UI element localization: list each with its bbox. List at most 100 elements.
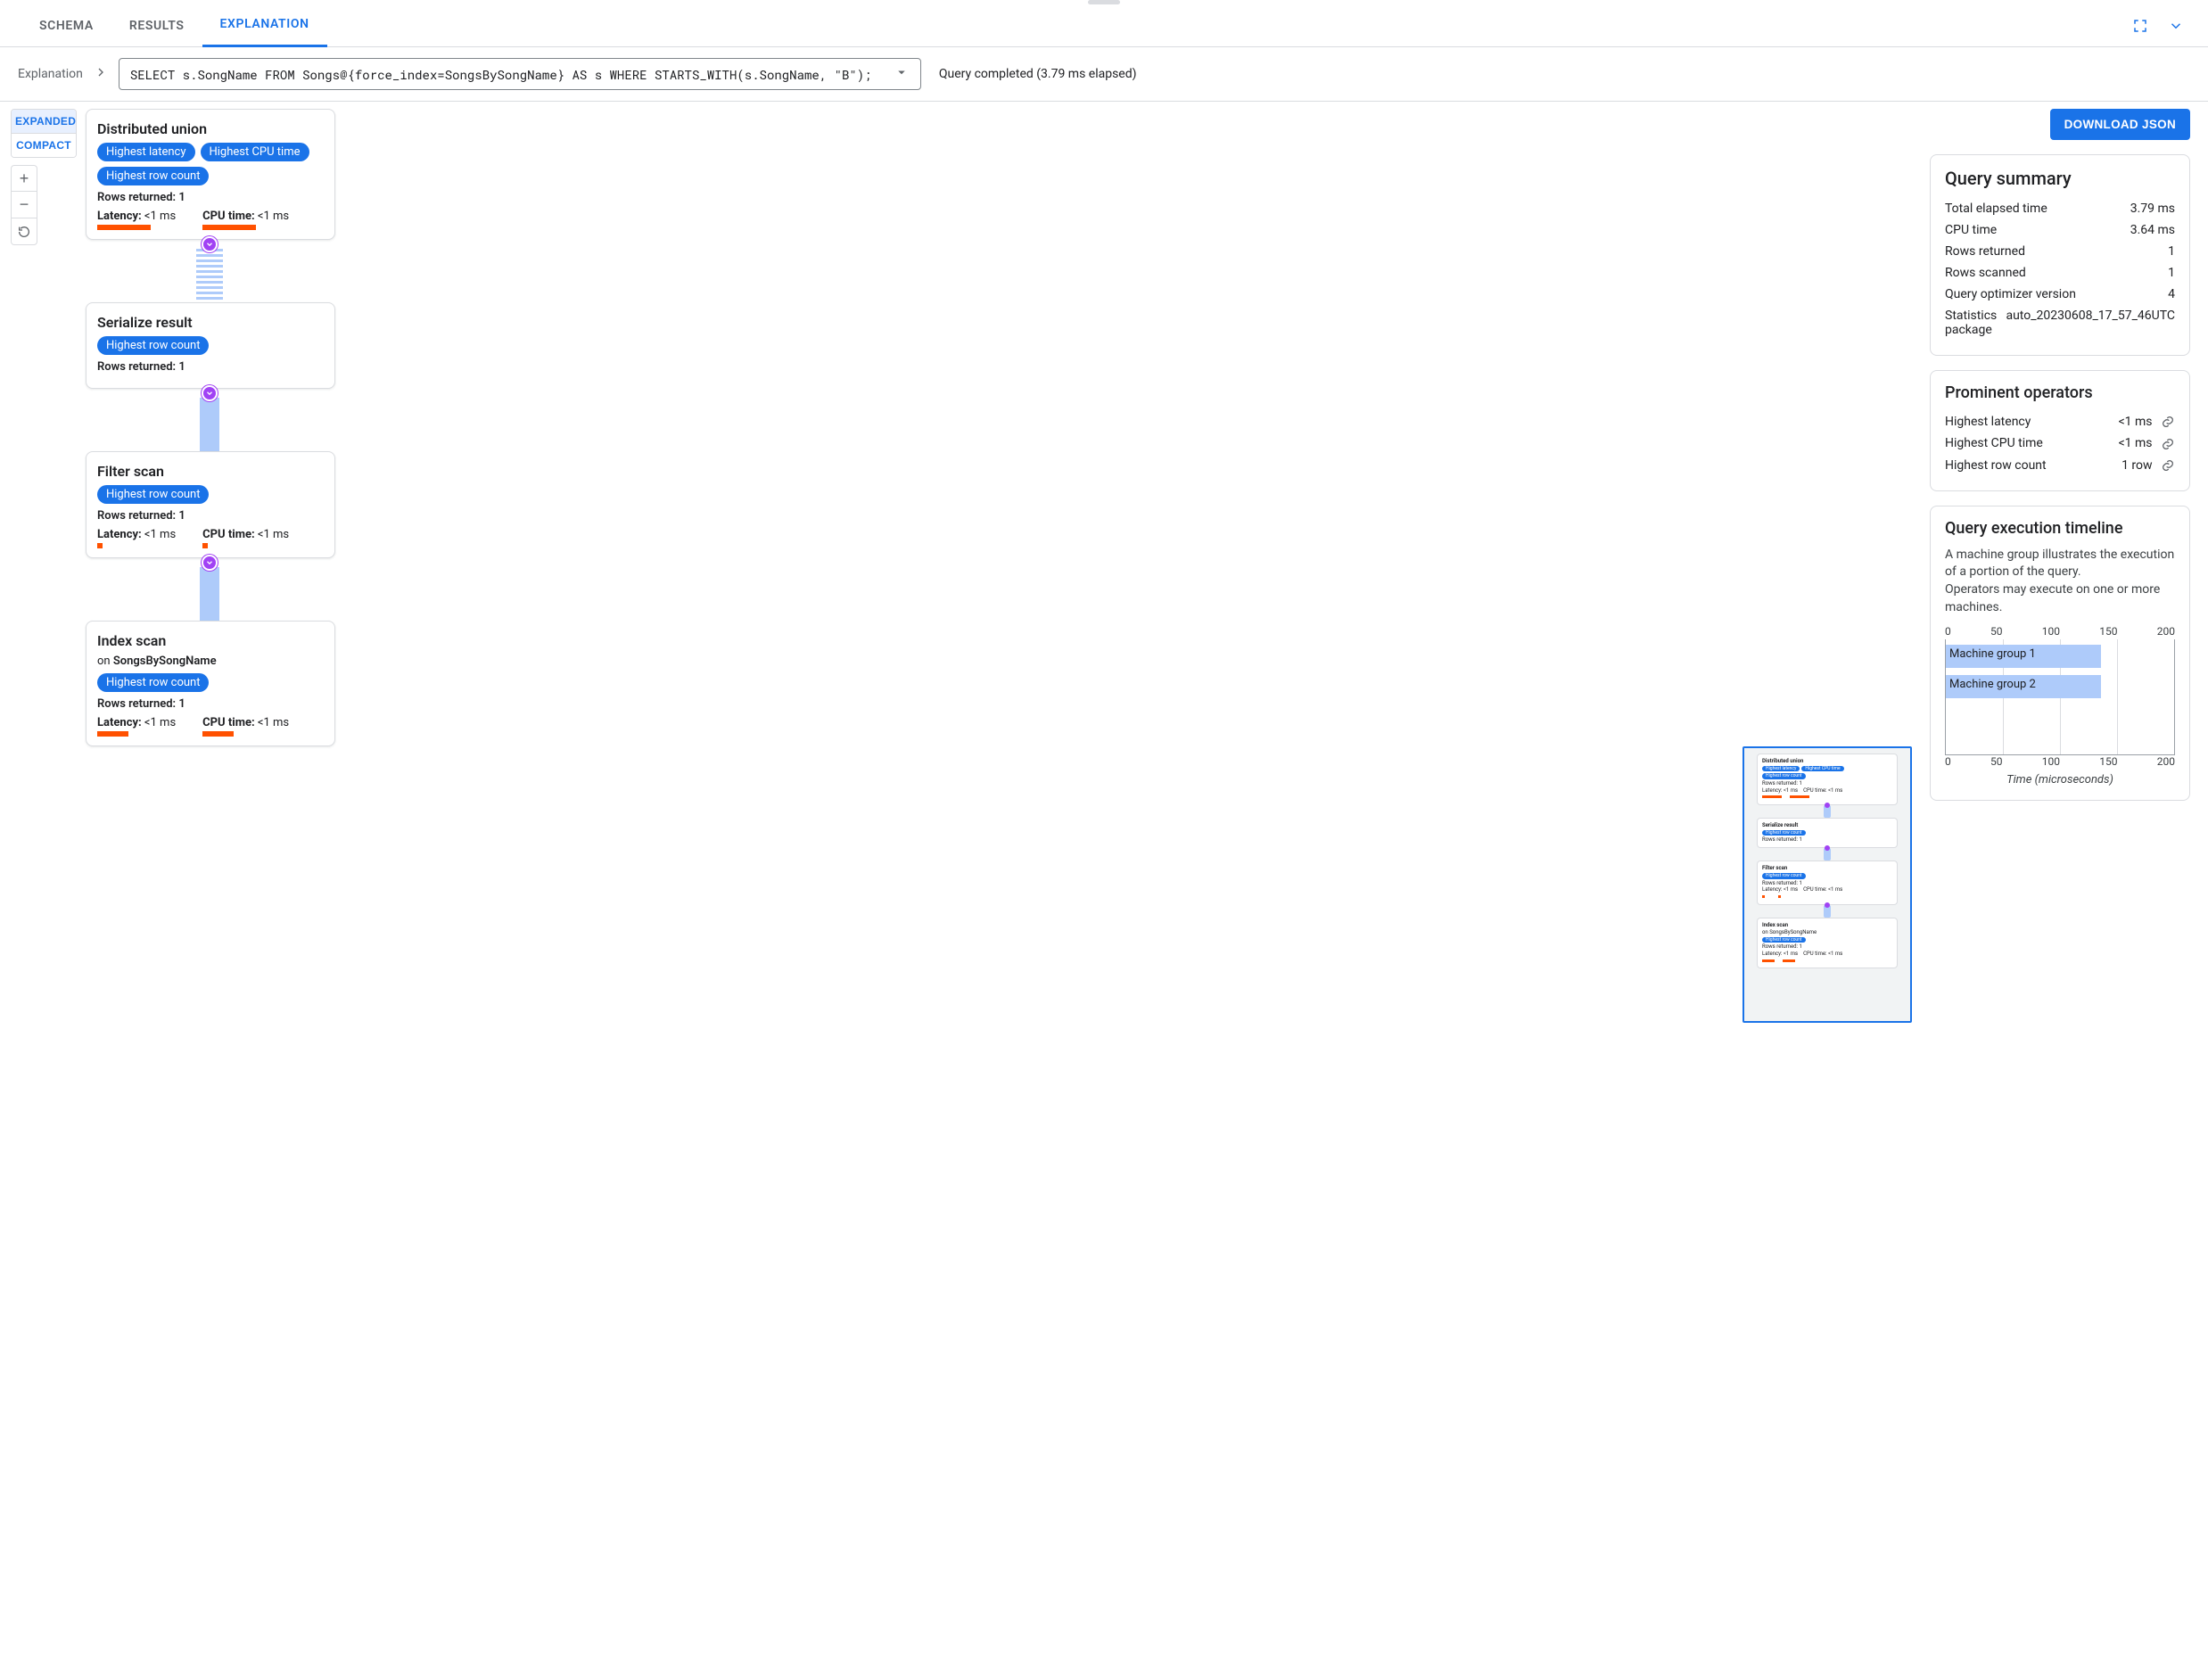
timeline-tick: 100: [2042, 625, 2060, 638]
summary-row: Rows returned 1: [1945, 241, 2175, 262]
timeline-chart: 0 50 100 150 200 Machine group 1 Machine grou…: [1945, 625, 2175, 786]
chevron-right-icon: [94, 65, 108, 83]
expanded-button[interactable]: EXPANDED: [12, 110, 76, 133]
plan-cpu: CPU time: <1 ms: [202, 210, 289, 230]
timeline-title: Query execution timeline: [1945, 519, 2175, 538]
prominent-key: Highest row count: [1945, 458, 2047, 473]
summary-value: 4: [2168, 287, 2175, 301]
plan-node-title: Filter scan: [97, 463, 324, 480]
tab-explanation[interactable]: EXPLANATION: [202, 4, 327, 47]
collapse-icon[interactable]: [202, 385, 218, 401]
query-summary-card: Query summary Total elapsed time3.79 msC…: [1930, 154, 2190, 356]
summary-value: 3.79 ms: [2130, 202, 2175, 216]
fullscreen-icon[interactable]: [2130, 15, 2151, 37]
timeline-tick: 150: [2099, 755, 2117, 768]
plan-connector: [202, 389, 218, 451]
prominent-value: <1 ms: [2119, 415, 2175, 429]
timeline-tick: 0: [1945, 755, 1951, 768]
plan-cpu: CPU time: <1 ms: [202, 528, 289, 548]
timeline-tick: 200: [2157, 755, 2175, 768]
minimap-node: Filter scan Highest row count Rows retur…: [1757, 861, 1898, 905]
plan-node[interactable]: Serialize resultHighest row countRows re…: [86, 302, 335, 389]
query-selector[interactable]: SELECT s.SongName FROM Songs@{force_inde…: [119, 58, 921, 90]
prominent-value: 1 row: [2121, 458, 2175, 473]
plan-pill: Highest CPU time: [201, 143, 309, 161]
summary-value: 1: [2168, 244, 2175, 259]
view-mode-toggle: EXPANDED COMPACT: [11, 109, 77, 158]
summary-key: Statistics package: [1945, 309, 1998, 337]
plan-node[interactable]: Filter scan Highest row count Rows returne…: [86, 451, 335, 558]
plan-rows: Rows returned: 1: [97, 360, 324, 374]
link-icon[interactable]: [2161, 437, 2175, 451]
plan-node-title: Distributed union: [97, 120, 324, 137]
execution-timeline-card: Query execution timeline A machine group…: [1930, 506, 2190, 801]
query-text: SELECT s.SongName FROM Songs@{force_inde…: [130, 66, 872, 83]
timeline-desc-2: Operators may execute on one or more mac…: [1945, 582, 2160, 614]
tab-bar: SCHEMA RESULTS EXPLANATION: [0, 4, 2208, 47]
timeline-gridline: [2117, 639, 2118, 754]
query-bar: Explanation SELECT s.SongName FROM Songs…: [0, 47, 2208, 102]
plan-rows: Rows returned: 1: [97, 509, 324, 523]
link-icon[interactable]: [2161, 458, 2175, 473]
minimap-node: Index scan on SongsBySongName Highest ro…: [1757, 918, 1898, 968]
summary-value: 3.64 ms: [2130, 223, 2175, 237]
plan-latency: Latency: <1 ms: [97, 528, 176, 548]
zoom-out-button[interactable]: −: [11, 192, 37, 218]
prominent-key: Highest latency: [1945, 415, 2031, 429]
summary-value: 1: [2168, 266, 2175, 280]
timeline-bar: Machine group 1: [1946, 645, 2101, 668]
dropdown-caret-icon: [894, 64, 910, 84]
plan-rows: Rows returned: 1: [97, 697, 324, 711]
timeline-tick: 200: [2157, 625, 2175, 638]
prominent-row: Highest row count 1 row: [1945, 455, 2175, 476]
summary-row: CPU time 3.64 ms: [1945, 219, 2175, 241]
collapse-icon[interactable]: [202, 555, 218, 571]
summary-row: Total elapsed time 3.79 ms: [1945, 198, 2175, 219]
query-status: Query completed (3.79 ms elapsed): [939, 67, 1137, 81]
tab-schema[interactable]: SCHEMA: [21, 4, 111, 47]
plan-tree: Distributed unionHighest latencyHighest …: [86, 109, 1916, 1023]
plan-cpu: CPU time: <1 ms: [202, 716, 289, 737]
timeline-xlabel: Time (microseconds): [1945, 773, 2175, 786]
plan-pill: Highest row count: [97, 673, 209, 692]
prominent-key: Highest CPU time: [1945, 436, 2043, 450]
minimap-node: Distributed union Highest latencyHighest…: [1757, 754, 1898, 805]
summary-value: auto_20230608_17_57_46UTC: [2006, 309, 2175, 337]
reset-view-button[interactable]: [11, 218, 37, 245]
zoom-in-button[interactable]: +: [11, 165, 37, 192]
plan-connector: [202, 240, 218, 302]
tab-results[interactable]: RESULTS: [111, 4, 202, 47]
summary-key: Rows returned: [1945, 244, 2025, 259]
plan-pill: Highest row count: [97, 485, 209, 504]
summary-row: Query optimizer version 4: [1945, 284, 2175, 305]
plan-rows: Rows returned: 1: [97, 191, 324, 204]
timeline-tick: 100: [2042, 755, 2060, 768]
plan-pill: Highest row count: [97, 336, 209, 355]
prominent-row: Highest latency <1 ms: [1945, 411, 2175, 432]
summary-key: CPU time: [1945, 223, 1997, 237]
minimap[interactable]: Distributed union Highest latencyHighest…: [1743, 746, 1912, 1023]
link-icon[interactable]: [2161, 415, 2175, 429]
plan-node-subtitle: on SongsBySongName: [97, 655, 324, 668]
collapse-icon[interactable]: [202, 236, 218, 252]
plan-pill: Highest row count: [97, 167, 209, 185]
summary-key: Total elapsed time: [1945, 202, 2047, 216]
plan-node-title: Index scan: [97, 632, 324, 649]
timeline-tick: 0: [1945, 625, 1951, 638]
timeline-tick: 50: [1990, 755, 2003, 768]
chevron-down-icon[interactable]: [2165, 15, 2187, 37]
summary-key: Rows scanned: [1945, 266, 2026, 280]
plan-node[interactable]: Index scan on SongsBySongName Highest row …: [86, 621, 335, 746]
breadcrumb-label: Explanation: [18, 67, 83, 81]
prominent-operators-card: Prominent operators Highest latency<1 ms…: [1930, 370, 2190, 491]
prominent-row: Highest CPU time<1 ms: [1945, 432, 2175, 454]
plan-latency: Latency: <1 ms: [97, 210, 176, 230]
timeline-desc-1: A machine group illustrates the executio…: [1945, 548, 2174, 580]
summary-key: Query optimizer version: [1945, 287, 2076, 301]
timeline-tick: 150: [2099, 625, 2117, 638]
timeline-bar: Machine group 2: [1946, 675, 2101, 698]
compact-button[interactable]: COMPACT: [12, 133, 76, 157]
minimap-node: Serialize result Highest row count Rows …: [1757, 818, 1898, 848]
download-json-button[interactable]: DOWNLOAD JSON: [2050, 109, 2190, 140]
plan-node[interactable]: Distributed unionHighest latencyHighest …: [86, 109, 335, 240]
